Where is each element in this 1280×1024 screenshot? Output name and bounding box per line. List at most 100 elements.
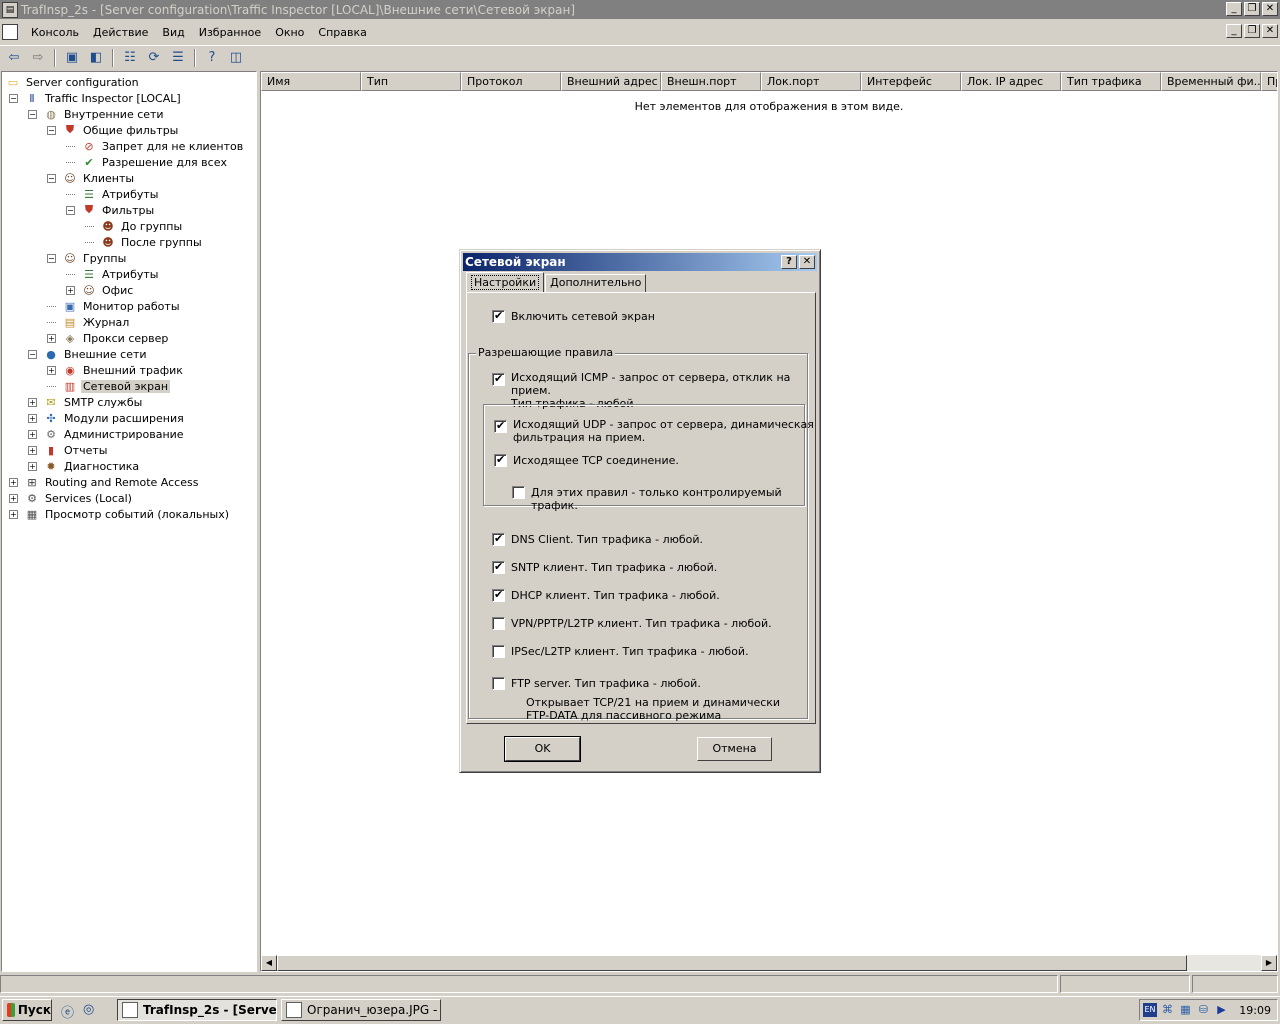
help-icon[interactable]: ? [202, 48, 222, 68]
dns-row[interactable]: DNS Client. Тип трафика - любой. [492, 532, 703, 546]
tree-item[interactable]: ▥ Сетевой экран [47, 378, 171, 394]
expand-toggle[interactable]: + [9, 477, 18, 487]
udp-checkbox[interactable] [494, 419, 507, 433]
refresh-icon[interactable]: ⟳ [144, 48, 164, 68]
expand-toggle[interactable]: + [28, 397, 37, 407]
ftp-checkbox[interactable] [492, 677, 505, 690]
tree-item[interactable]: + ▮ Отчеты [28, 442, 109, 458]
column-header-more[interactable]: Пр [1261, 72, 1277, 91]
scroll-left-button[interactable]: ◀ [261, 955, 277, 971]
collapse-toggle[interactable]: − [9, 93, 18, 103]
up-folder-icon[interactable]: ▣ [62, 48, 82, 68]
ie-icon[interactable]: ⓔ [61, 1002, 77, 1021]
tree-item[interactable]: + ▦ Просмотр событий (локальных) [9, 506, 231, 522]
collapse-toggle[interactable]: − [28, 109, 37, 119]
scroll-track[interactable] [1187, 955, 1261, 971]
tree-item[interactable]: ☰ Атрибуты [66, 266, 160, 282]
tree-item[interactable]: − ☺ Клиенты [47, 170, 136, 186]
tree-item[interactable]: ✔ Разрешение для всех [66, 154, 229, 170]
app-icon[interactable]: ▤ [2, 1, 18, 18]
tab-settings[interactable]: Настройки [466, 272, 545, 292]
dialog-close-button[interactable]: ✕ [799, 255, 815, 269]
tree-item[interactable]: + ✉ SMTP службы [28, 394, 144, 410]
column-header-local-port[interactable]: Лок.порт [761, 72, 861, 91]
taskbar-item-image[interactable]: Огранич_юзера.JPG - P... [281, 999, 441, 1021]
enable-firewall-checkbox[interactable] [492, 309, 505, 323]
column-header-type[interactable]: Тип [361, 72, 461, 91]
tree-item[interactable]: ☻ После группы [85, 234, 204, 250]
column-header-traffic-type[interactable]: Тип трафика [1061, 72, 1161, 91]
tree-item[interactable]: − ⛊ Общие фильтры [47, 122, 180, 138]
dhcp-row[interactable]: DHCP клиент. Тип трафика - любой. [492, 588, 720, 602]
back-arrow-icon[interactable]: ⇦ [4, 48, 24, 68]
tray-play-icon[interactable]: ▶ [1214, 1003, 1229, 1018]
expand-toggle[interactable]: + [66, 285, 75, 295]
column-header-name[interactable]: Имя [261, 72, 361, 91]
dialog-help-button[interactable]: ? [781, 255, 797, 269]
collapse-toggle[interactable]: − [47, 253, 56, 263]
tree-item[interactable]: + ⊞ Routing and Remote Access [9, 474, 200, 490]
mdi-restore-button[interactable]: ❐ [1244, 24, 1260, 38]
expand-toggle[interactable]: + [28, 429, 37, 439]
tree-item[interactable]: + ◈ Прокси сервер [47, 330, 170, 346]
tray-connections-icon[interactable]: ⛁ [1196, 1003, 1211, 1018]
collapse-toggle[interactable]: − [47, 173, 56, 183]
dhcp-checkbox[interactable] [492, 588, 505, 602]
expand-toggle[interactable]: + [28, 413, 37, 423]
ok-button[interactable]: OK [504, 736, 581, 762]
column-header-external-address[interactable]: Внешний адрес [561, 72, 661, 91]
tree-item[interactable]: + ☺ Офис [66, 282, 135, 298]
sntp-row[interactable]: SNTP клиент. Тип трафика - любой. [492, 560, 717, 574]
console-tree[interactable]: ▭ Server configuration − Ⅱ Traffic Inspector… [1, 71, 257, 972]
menu-view[interactable]: Вид [155, 26, 191, 39]
minimize-button[interactable]: _ [1226, 2, 1242, 16]
tree-item[interactable]: − ⛊ Фильтры [66, 202, 156, 218]
properties-icon[interactable]: ☷ [120, 48, 140, 68]
expand-toggle[interactable]: + [9, 493, 18, 503]
tree-item[interactable]: + ⚙ Services (Local) [9, 490, 134, 506]
icmp-checkbox[interactable] [492, 372, 505, 386]
expand-toggle[interactable]: + [9, 509, 18, 519]
udp-row[interactable]: Исходящий UDP - запрос от сервера, динам… [494, 418, 814, 444]
tab-advanced[interactable]: Дополнительно [545, 274, 647, 292]
column-header-interface[interactable]: Интерфейс [861, 72, 961, 91]
tree-item[interactable]: − Ⅱ Traffic Inspector [LOCAL] [9, 90, 183, 106]
tree-item[interactable]: − ◍ Внутренние сети [28, 106, 166, 122]
column-header-local-ip[interactable]: Лок. IP адрес [961, 72, 1061, 91]
tree-item[interactable]: + ✣ Модули расширения [28, 410, 186, 426]
console-tree-icon[interactable]: ◫ [226, 48, 246, 68]
tree-item[interactable]: + ⚙ Администрирование [28, 426, 186, 442]
vpn-row[interactable]: VPN/PPTP/L2TP клиент. Тип трафика - любо… [492, 617, 772, 630]
tree-item[interactable]: ☰ Атрибуты [66, 186, 160, 202]
expand-toggle[interactable]: + [28, 445, 37, 455]
scroll-right-button[interactable]: ▶ [1261, 955, 1277, 971]
language-indicator[interactable]: EN [1143, 1003, 1157, 1017]
tree-item[interactable]: − ☺ Группы [47, 250, 128, 266]
close-button[interactable]: ✕ [1262, 2, 1278, 16]
taskbar-item-trafinsp[interactable]: TrafInsp_2s - [Server... [117, 999, 277, 1021]
menu-console[interactable]: Консоль [24, 26, 86, 39]
collapse-toggle[interactable]: − [47, 125, 56, 135]
controlled-traffic-checkbox[interactable] [512, 486, 525, 499]
sntp-checkbox[interactable] [492, 560, 505, 574]
start-button[interactable]: Пуск [2, 999, 52, 1021]
tree-item[interactable]: − ● Внешние сети [28, 346, 149, 362]
tcp-checkbox[interactable] [494, 453, 507, 467]
vpn-checkbox[interactable] [492, 617, 505, 630]
mdi-close-button[interactable]: ✕ [1262, 24, 1278, 38]
expand-toggle[interactable]: + [47, 333, 56, 343]
mdi-minimize-button[interactable]: _ [1226, 24, 1242, 38]
collapse-toggle[interactable]: − [66, 205, 75, 215]
forward-arrow-icon[interactable]: ⇨ [28, 48, 48, 68]
tcp-row[interactable]: Исходящее TCP соединение. [494, 453, 679, 467]
scroll-thumb[interactable] [277, 955, 1187, 971]
cancel-button[interactable]: Отмена [697, 737, 772, 761]
expand-toggle[interactable]: + [47, 365, 56, 375]
ql-browser-icon[interactable]: ◎ [83, 1002, 99, 1018]
menu-favorites[interactable]: Избранное [192, 26, 268, 39]
menu-window[interactable]: Окно [268, 26, 311, 39]
tree-item[interactable]: + ✹ Диагностика [28, 458, 141, 474]
ipsec-row[interactable]: IPSec/L2TP клиент. Тип трафика - любой. [492, 645, 749, 658]
tree-item[interactable]: ⊘ Запрет для не клиентов [66, 138, 245, 154]
column-header-protocol[interactable]: Протокол [461, 72, 561, 91]
